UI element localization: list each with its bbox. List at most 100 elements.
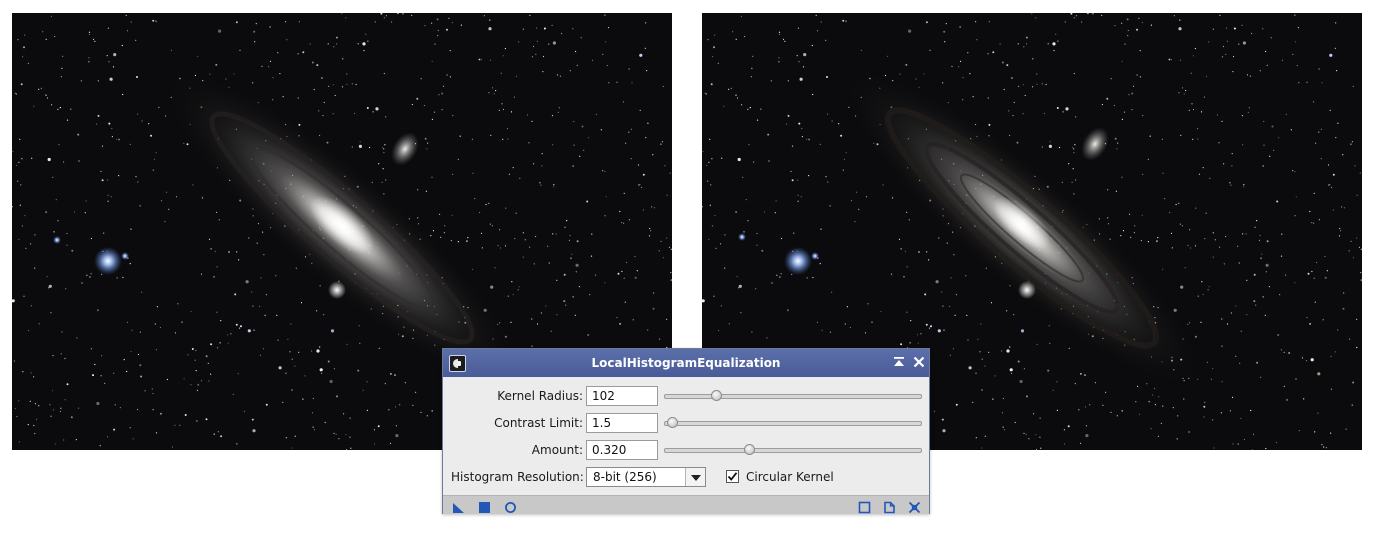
reset-square-icon[interactable]	[858, 499, 871, 514]
star	[1063, 429, 1065, 431]
star	[227, 342, 229, 344]
star	[389, 442, 392, 444]
star	[1203, 405, 1206, 408]
star	[1223, 263, 1225, 265]
star	[753, 161, 755, 163]
star	[285, 372, 287, 374]
star	[740, 312, 742, 314]
star	[159, 326, 161, 329]
star	[935, 280, 939, 284]
star	[1162, 172, 1164, 174]
circle-real-time-preview-icon[interactable]	[504, 499, 517, 513]
star	[174, 424, 176, 426]
star	[1331, 186, 1333, 189]
star	[1303, 398, 1305, 400]
star	[1001, 350, 1003, 352]
star	[424, 25, 426, 27]
dialog-titlebar[interactable]: LocalHistogramEqualization	[443, 349, 929, 377]
star	[152, 392, 154, 395]
star	[345, 17, 347, 19]
star	[1295, 196, 1297, 198]
star	[328, 85, 330, 87]
star	[1190, 72, 1192, 74]
star	[637, 164, 640, 166]
histogram-resolution-select[interactable]: 8-bit (256)	[586, 467, 706, 487]
star	[1210, 378, 1212, 380]
star	[659, 338, 661, 340]
star	[1318, 68, 1320, 70]
star	[446, 74, 448, 76]
star	[563, 273, 566, 276]
star	[865, 196, 868, 198]
star	[829, 205, 831, 207]
star	[350, 447, 352, 449]
star	[1142, 173, 1144, 175]
amount-field[interactable]: 0.320	[586, 440, 658, 460]
star	[52, 409, 55, 411]
dialog-title: LocalHistogramEqualization	[591, 356, 781, 370]
star	[452, 115, 454, 117]
amount-slider[interactable]	[664, 444, 922, 456]
star	[200, 380, 203, 382]
star	[1073, 148, 1075, 150]
star	[1212, 232, 1214, 234]
star	[724, 234, 726, 236]
star	[1089, 404, 1091, 406]
star	[367, 40, 369, 42]
star	[38, 88, 40, 90]
star	[277, 339, 279, 341]
star	[1048, 325, 1050, 327]
kernel-radius-field[interactable]: 102	[586, 386, 658, 406]
star	[191, 348, 194, 350]
chevron-down-icon[interactable]	[685, 468, 705, 486]
star	[988, 21, 990, 23]
slider-thumb[interactable]	[667, 417, 678, 428]
triangle-new-instance-icon[interactable]	[452, 499, 465, 513]
slider-thumb[interactable]	[710, 390, 722, 401]
star	[159, 412, 162, 415]
contrast-limit-field[interactable]: 1.5	[586, 413, 658, 433]
documentation-icon[interactable]	[883, 499, 896, 514]
star	[748, 144, 750, 146]
star	[489, 223, 491, 225]
star	[285, 437, 287, 439]
star	[363, 50, 365, 52]
star	[755, 288, 757, 290]
star	[561, 32, 563, 35]
star	[243, 410, 246, 413]
star	[808, 138, 811, 141]
star	[553, 186, 555, 188]
star	[18, 441, 20, 443]
close-icon[interactable]	[911, 354, 927, 370]
star	[1047, 369, 1050, 372]
star	[838, 123, 840, 125]
square-apply-global-icon[interactable]	[478, 499, 491, 513]
circular-kernel-checkbox[interactable]	[726, 470, 739, 483]
star	[1309, 210, 1311, 213]
star	[88, 33, 90, 35]
star	[415, 391, 417, 393]
star	[451, 22, 453, 24]
star	[1245, 233, 1247, 235]
star	[1256, 361, 1259, 364]
star	[36, 418, 38, 420]
star	[529, 14, 531, 16]
star	[1283, 385, 1285, 387]
contrast-limit-slider[interactable]	[664, 417, 922, 429]
slider-thumb[interactable]	[744, 444, 756, 455]
circular-kernel-label[interactable]: Circular Kernel	[746, 470, 834, 484]
star	[918, 86, 920, 88]
star	[1311, 222, 1313, 224]
kernel-radius-slider[interactable]	[664, 390, 922, 402]
star	[1009, 346, 1011, 348]
star	[709, 204, 711, 206]
star	[209, 73, 211, 75]
star	[439, 213, 441, 215]
shade-icon[interactable]	[891, 354, 907, 370]
star	[324, 421, 326, 424]
star	[1148, 401, 1150, 403]
star	[427, 142, 429, 144]
star	[495, 90, 497, 92]
star	[539, 182, 541, 184]
collapse-icon[interactable]	[908, 499, 921, 514]
